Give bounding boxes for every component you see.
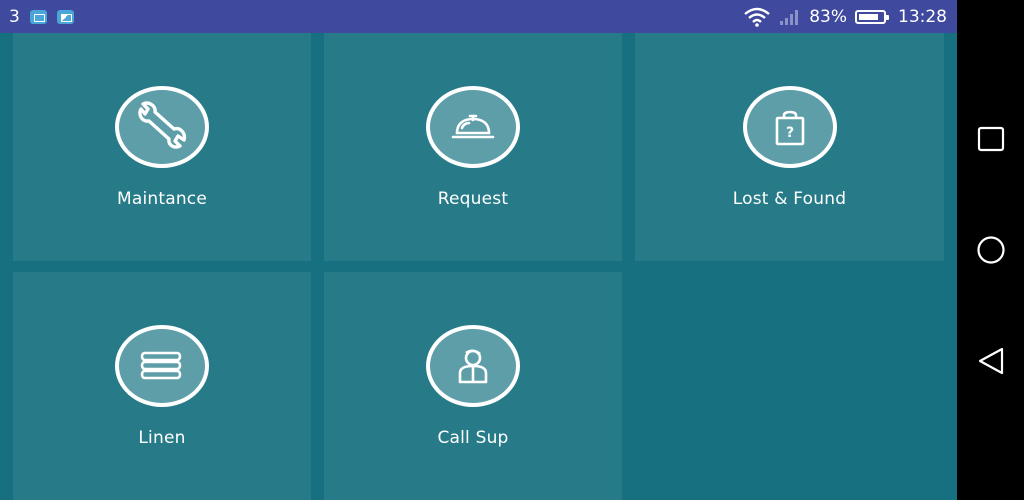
back-button[interactable]	[976, 346, 1006, 376]
tile-icon-circle: ?	[742, 86, 837, 168]
tile-maintenance[interactable]: Maintance	[13, 33, 311, 261]
tile-linen[interactable]: Linen	[13, 272, 311, 500]
status-bar-right: 83% 13:28	[743, 0, 947, 33]
tile-call-supervisor[interactable]: Call Sup	[324, 272, 622, 500]
supervisor-person-icon	[458, 349, 488, 384]
linen-stack-icon	[140, 351, 182, 380]
home-button[interactable]	[976, 235, 1006, 265]
svg-text:?: ?	[785, 125, 793, 141]
tile-label: Maintance	[116, 189, 208, 209]
tile-label: Linen	[138, 428, 186, 448]
tile-lost-and-found[interactable]: ? Lost & Found	[635, 33, 944, 261]
battery-percent: 83%	[809, 6, 847, 27]
question-bag-icon: ?	[775, 110, 804, 146]
service-bell-icon	[451, 114, 495, 139]
cellular-signal-icon	[780, 9, 799, 25]
notification-count: 3	[9, 6, 20, 27]
recents-button[interactable]	[976, 124, 1006, 154]
status-bar-left: 3	[9, 0, 74, 33]
tile-icon-circle	[426, 325, 520, 407]
tile-request[interactable]: Request	[324, 33, 622, 261]
battery-level-fill	[859, 13, 878, 20]
gallery-app-icon	[56, 9, 74, 24]
tile-icon-circle	[115, 86, 209, 168]
tile-label: Lost & Found	[732, 189, 847, 209]
wifi-icon	[744, 7, 770, 27]
status-bar: 3 83% 13:28	[0, 0, 957, 33]
wrench-icon	[138, 101, 187, 149]
tile-icon-circle	[426, 86, 520, 168]
tile-icon-circle	[115, 325, 209, 407]
tile-label: Request	[437, 189, 509, 209]
clock: 13:28	[898, 6, 947, 27]
mail-app-icon	[29, 9, 47, 24]
navigation-bar	[957, 0, 1024, 500]
battery-icon	[855, 9, 889, 24]
tile-label: Call Sup	[437, 428, 509, 448]
